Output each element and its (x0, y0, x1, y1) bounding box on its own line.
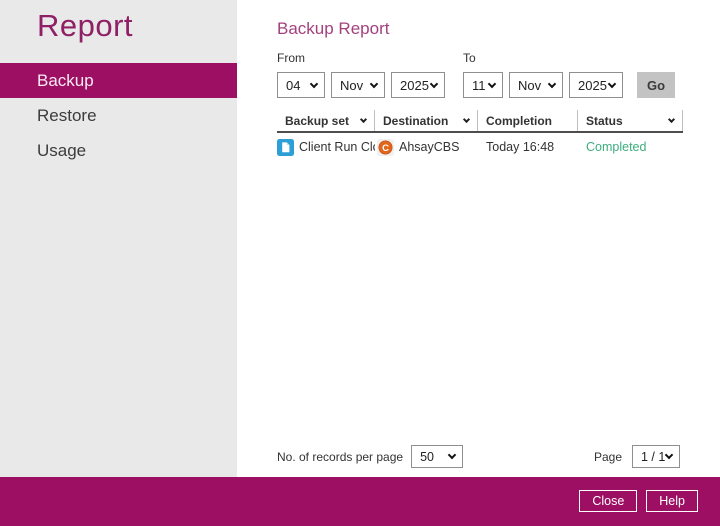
column-header-destination[interactable]: Destination (375, 110, 478, 131)
completion-time: Today 16:48 (486, 140, 555, 154)
section-heading: Backup Report (277, 19, 390, 38)
column-header-status[interactable]: Status (578, 110, 683, 131)
records-per-page-label: No. of records per page (277, 449, 404, 464)
column-header-backup-set[interactable]: Backup set (277, 110, 375, 131)
chevron-down-icon (487, 79, 497, 88)
sidebar-item-label: Backup (37, 71, 94, 90)
to-day-value: 11 (472, 77, 486, 93)
table-header: Backup set Destination Completion Status (277, 110, 683, 133)
to-day-select[interactable]: 11 (463, 72, 503, 98)
file-document-icon (277, 138, 294, 156)
footer-buttons: Close Help (579, 490, 698, 512)
column-header-completion: Completion (478, 110, 578, 131)
page-label: Page (593, 449, 622, 464)
chevron-down-icon (447, 450, 457, 460)
from-day-select[interactable]: 04 (277, 72, 325, 98)
from-day-value: 04 (286, 77, 301, 93)
chevron-down-icon (359, 115, 368, 123)
page-select[interactable]: 1 / 1 (632, 445, 680, 468)
sidebar-item-usage[interactable]: Usage (0, 133, 237, 168)
completion-cell: Today 16:48 (478, 140, 578, 154)
from-year-select[interactable]: 2025 (391, 72, 445, 98)
column-label: Backup set (285, 113, 350, 128)
from-month-select[interactable]: Nov (331, 72, 385, 98)
records-per-page-control: No. of records per page 50 (277, 445, 464, 468)
go-button[interactable]: Go (637, 72, 675, 98)
chevron-down-icon (607, 79, 617, 88)
help-button[interactable]: Help (646, 490, 698, 512)
destination-cell: C AhsayCBS (375, 138, 478, 156)
sidebar-item-restore[interactable]: Restore (0, 98, 237, 133)
report-table: Backup set Destination Completion Status (277, 110, 683, 159)
chevron-down-icon (309, 79, 319, 88)
chevron-down-icon (664, 450, 674, 460)
table-row[interactable]: Client Run Clo... C AhsayCBS Today 16:48… (277, 135, 683, 159)
from-label: From (277, 51, 305, 65)
footer-bar: Close Help (0, 477, 720, 526)
status-badge: Completed (586, 140, 647, 154)
sidebar: Report Backup Restore Usage (0, 0, 237, 477)
ahsaycbs-icon: C (377, 138, 394, 156)
page-control: Page 1 / 1 (594, 445, 680, 468)
column-label: Status (586, 113, 623, 128)
to-month-select[interactable]: Nov (509, 72, 563, 98)
to-label: To (463, 51, 476, 65)
to-year-select[interactable]: 2025 (569, 72, 623, 98)
chevron-down-icon (547, 79, 557, 88)
sidebar-item-label: Usage (37, 141, 87, 160)
svg-text:C: C (382, 143, 389, 154)
backup-set-name: Client Run Clo... (299, 140, 375, 154)
records-per-page-value: 50 (420, 449, 434, 464)
from-month-value: Nov (340, 77, 364, 93)
to-month-value: Nov (518, 77, 542, 93)
column-label: Completion (486, 113, 552, 128)
from-year-value: 2025 (400, 77, 429, 93)
backup-set-cell: Client Run Clo... (277, 138, 375, 156)
main-panel: Backup Report From To 04 Nov 2025 11 Nov (237, 0, 720, 477)
chevron-down-icon (462, 115, 471, 123)
destination-name: AhsayCBS (399, 140, 460, 154)
chevron-down-icon (369, 79, 379, 88)
sidebar-item-backup[interactable]: Backup (0, 63, 237, 98)
page-title: Report (37, 8, 134, 43)
close-button[interactable]: Close (579, 490, 638, 512)
sidebar-menu: Backup Restore Usage (0, 63, 237, 168)
to-year-value: 2025 (578, 77, 607, 93)
sidebar-item-label: Restore (37, 106, 97, 125)
column-label: Destination (383, 113, 449, 128)
records-per-page-select[interactable]: 50 (411, 445, 464, 468)
status-cell: Completed (578, 140, 683, 154)
date-filter-row: 04 Nov 2025 11 Nov 2025 Go (277, 72, 675, 98)
report-window: Report Backup Restore Usage Backup Repor… (0, 0, 720, 526)
page-value: 1 / 1 (641, 449, 666, 464)
chevron-down-icon (429, 79, 439, 88)
chevron-down-icon (667, 115, 676, 123)
